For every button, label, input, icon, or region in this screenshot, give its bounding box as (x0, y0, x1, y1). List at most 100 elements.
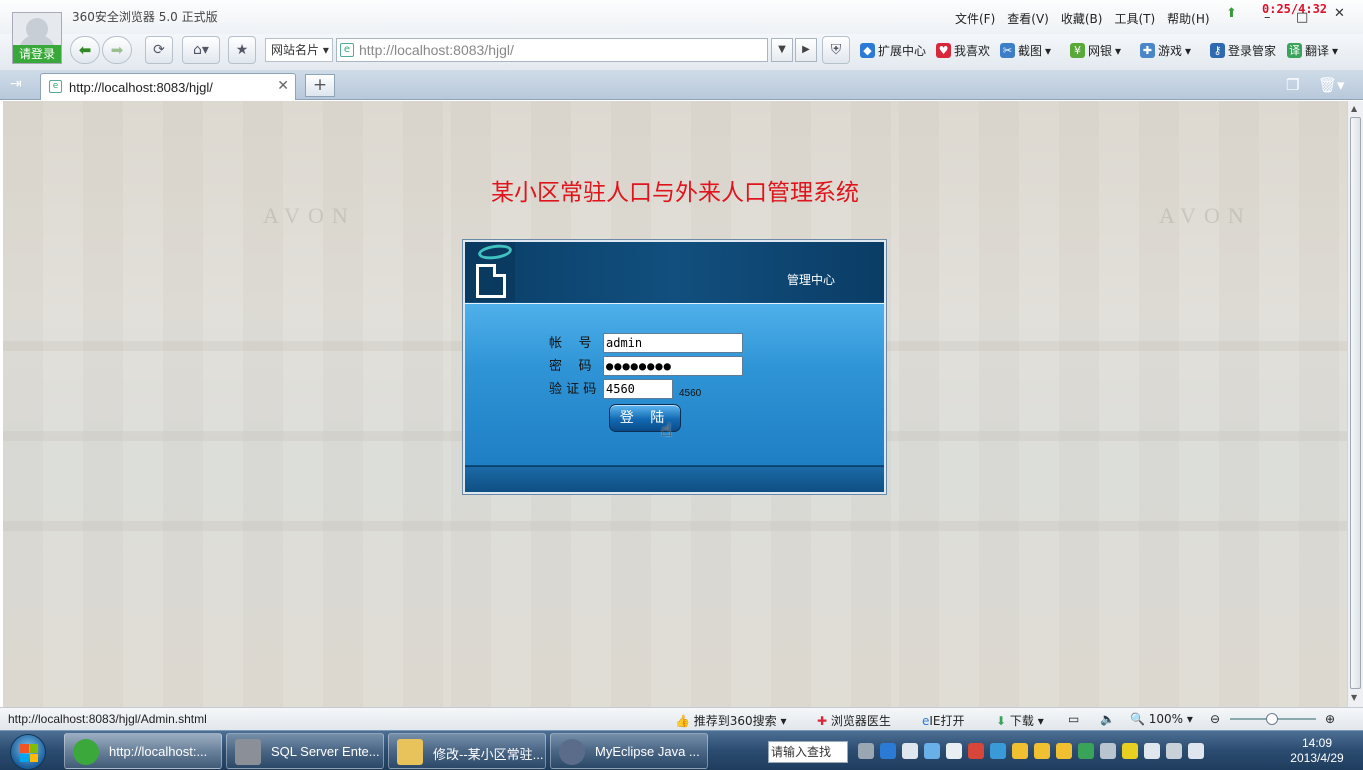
keyboard-icon[interactable] (858, 743, 874, 759)
qq-icon-3[interactable] (1056, 743, 1072, 759)
tab-label: http://localhost:8083/hjgl/ (69, 80, 213, 95)
online-banking[interactable]: ¥ 网银 ▾ (1070, 42, 1121, 59)
account-label: 帐 号 (549, 336, 592, 351)
star-icon: ★ (235, 42, 249, 58)
status-url: http://localhost:8083/hjgl/Admin.shtml (8, 712, 207, 726)
menu-file[interactable]: 文件(F) (955, 10, 995, 27)
360-icon[interactable] (880, 743, 896, 759)
scroll-thumb[interactable] (1350, 117, 1361, 689)
thumb-icon: 👍 (675, 714, 690, 728)
zoom-slider-knob[interactable] (1266, 713, 1278, 725)
scroll-down-icon[interactable]: ▼ (1351, 693, 1357, 702)
qq-icon-1[interactable] (1012, 743, 1028, 759)
download-icon: ⬇ (996, 714, 1007, 728)
task-folder[interactable]: 修改--某小区常驻... (388, 733, 546, 769)
refresh-button[interactable]: ⟳ (145, 36, 173, 64)
sidebar-toggle-icon[interactable]: ⇥ (10, 76, 22, 92)
download-manager[interactable]: ⬇ 下载 ▾ (996, 712, 1044, 729)
captcha-image[interactable]: 4560 (679, 388, 701, 399)
scroll-up-icon[interactable]: ▲ (1351, 104, 1357, 113)
taskbar-clock[interactable]: 14:09 2013/4/29 (1282, 736, 1352, 766)
status-bar: http://localhost:8083/hjgl/Admin.shtml 👍… (0, 707, 1363, 730)
forward-button[interactable]: ➡ (102, 36, 132, 64)
task-browser[interactable]: http://localhost:... (64, 733, 222, 769)
password-input[interactable] (603, 356, 743, 376)
magnifier-icon: 🔍 (1130, 712, 1145, 726)
restore-tabs-icon[interactable]: ❐ (1286, 76, 1299, 94)
minimize-icon[interactable]: – (1264, 10, 1271, 25)
close-window-icon[interactable]: ✕ (1334, 6, 1345, 21)
menu-favorites[interactable]: 收藏(B) (1061, 10, 1103, 27)
my-likes[interactable]: ♥ 我喜欢 (936, 42, 990, 59)
folder-icon (397, 739, 423, 765)
zoom-control[interactable]: 🔍 100% ▾ (1130, 712, 1193, 726)
trash-icon[interactable]: 🗑▾ (1318, 76, 1345, 94)
ie-open-label: IE打开 (929, 714, 965, 728)
task-myeclipse-label: MyEclipse Java ... (595, 744, 700, 759)
device-icon[interactable] (1144, 743, 1160, 759)
menu-tools[interactable]: 工具(T) (1114, 10, 1155, 27)
address-dropdown-button[interactable]: ▼ (771, 38, 793, 62)
login-label[interactable]: 请登录 (13, 45, 61, 63)
login-manager[interactable]: ⚷ 登录管家 (1210, 42, 1276, 59)
menu-view[interactable]: 查看(V) (1007, 10, 1049, 27)
security-shield-button[interactable]: ⛨ (822, 36, 850, 64)
volume-icon[interactable]: 🔈 (1100, 712, 1115, 726)
pointer-icon[interactable] (946, 743, 962, 759)
menu-help[interactable]: 帮助(H) (1167, 10, 1209, 27)
tab-localhost[interactable]: e http://localhost:8083/hjgl/ ✕ (40, 73, 296, 100)
address-input[interactable] (359, 41, 759, 59)
new-tab-button[interactable]: + (305, 74, 335, 97)
plus-tray-icon[interactable] (1122, 743, 1138, 759)
speaker-icon[interactable] (1188, 743, 1204, 759)
coin-icon: ¥ (1070, 43, 1085, 58)
skin-icon[interactable]: ⬆ (1226, 6, 1237, 21)
favorite-star-button[interactable]: ★ (228, 36, 256, 64)
system-tray (858, 743, 1204, 759)
tray-search-box[interactable]: 请输入查找 (768, 741, 848, 763)
extension-center[interactable]: ◆ 扩展中心 (860, 42, 926, 59)
go-button[interactable]: ▶ (795, 38, 817, 62)
tool-icon[interactable] (902, 743, 918, 759)
games[interactable]: ✚ 游戏 ▾ (1140, 42, 1191, 59)
screenshot-tool[interactable]: ✂ 截图 ▾ (1000, 42, 1051, 59)
browser-app-icon (73, 739, 99, 765)
tab-bar: ⇥ e http://localhost:8083/hjgl/ ✕ + ❐ 🗑▾ (0, 70, 1363, 100)
address-bar[interactable]: e (336, 38, 768, 62)
security-tray-icon[interactable] (968, 743, 984, 759)
back-arrow-icon: ⬅ (78, 41, 92, 59)
translate[interactable]: 译翻译 ▾ (1287, 42, 1338, 59)
clock-date: 2013/4/29 (1290, 751, 1344, 765)
browser-doctor[interactable]: ✚ 浏览器医生 (817, 712, 891, 729)
user-avatar[interactable]: 请登录 (12, 12, 62, 64)
zoom-in-icon[interactable]: ⊕ (1325, 712, 1335, 726)
task-folder-label: 修改--某小区常驻... (433, 747, 544, 762)
usb-icon[interactable] (1100, 743, 1116, 759)
captcha-label: 验 证 码 (549, 382, 597, 397)
zoom-label: 100% (1148, 712, 1184, 726)
home-button[interactable]: ⌂▾ (182, 36, 220, 64)
login-panel-header: 管理中心 (465, 242, 884, 302)
site-card-dropdown[interactable]: 网站名片 ▾ (265, 38, 333, 62)
maximize-icon[interactable]: □ (1296, 10, 1308, 25)
tab-close-icon[interactable]: ✕ (277, 78, 289, 94)
task-sql-server[interactable]: SQL Server Ente... (226, 733, 384, 769)
task-myeclipse[interactable]: MyEclipse Java ... (550, 733, 708, 769)
translate-label: 翻译 (1305, 44, 1330, 58)
page-viewport: AVON AVON 某小区常驻人口与外来人口管理系统 管理中心 帐 号 密 码 … (3, 101, 1347, 707)
zoom-out-icon[interactable]: ⊖ (1210, 712, 1220, 726)
start-button[interactable] (10, 734, 46, 770)
ie-open[interactable]: eIE打开 (922, 712, 965, 729)
network-tray-icon[interactable] (990, 743, 1006, 759)
display-icon[interactable] (1166, 743, 1182, 759)
medkit-icon: ✚ (817, 714, 828, 728)
vertical-scrollbar[interactable]: ▲ ▼ (1347, 101, 1363, 707)
window-icon[interactable]: ▭ (1068, 712, 1079, 726)
qq-icon-2[interactable] (1034, 743, 1050, 759)
umbrella-icon[interactable] (1078, 743, 1094, 759)
account-input[interactable] (603, 333, 743, 353)
back-button[interactable]: ⬅ (70, 36, 100, 64)
search-promo[interactable]: 👍 推荐到360搜索 ▾ (675, 712, 787, 729)
captcha-input[interactable] (603, 379, 673, 399)
magnifier-tray-icon[interactable] (924, 743, 940, 759)
